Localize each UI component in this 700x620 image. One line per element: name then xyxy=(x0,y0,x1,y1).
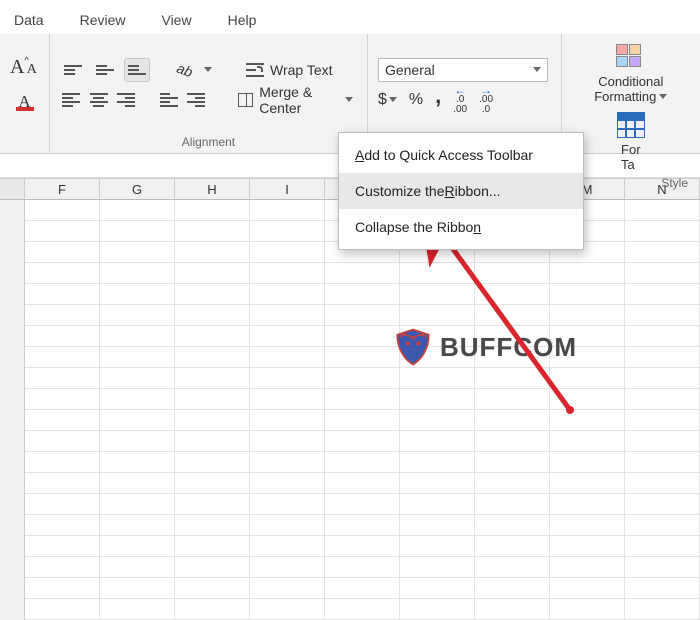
format-as-table-label-1: For xyxy=(621,142,641,157)
increase-decimal-icon: ← .0 .00 xyxy=(453,85,467,115)
conditional-formatting-label-1: Conditional xyxy=(594,74,667,89)
format-as-table-icon xyxy=(617,112,645,138)
chevron-down-icon[interactable] xyxy=(204,67,212,72)
orientation-icon: ab xyxy=(175,59,195,79)
align-top-button[interactable] xyxy=(60,58,86,82)
wrap-text-label: Wrap Text xyxy=(270,62,333,78)
group-alignment: ab Wrap Text Merge & Center xyxy=(50,34,368,153)
align-left-button[interactable] xyxy=(60,88,82,112)
group-font: A ^ A A xyxy=(0,34,50,153)
format-as-table-label-2: Ta xyxy=(621,157,641,172)
comma-format-button[interactable]: , xyxy=(435,88,441,112)
dollar-icon: $ xyxy=(378,91,387,109)
comma-icon: , xyxy=(435,83,441,109)
percent-format-button[interactable]: % xyxy=(409,88,423,112)
font-color-button[interactable]: A xyxy=(12,91,38,115)
decrease-indent-icon xyxy=(160,93,178,107)
align-left-icon xyxy=(62,93,80,107)
menu-add-to-qat[interactable]: Add to Quick Access Toolbar xyxy=(339,137,583,173)
decrease-decimal-button[interactable]: → .00 .0 xyxy=(479,88,493,112)
column-header[interactable]: G xyxy=(100,179,175,199)
number-format-selected: General xyxy=(385,62,435,78)
spreadsheet-grid[interactable] xyxy=(0,200,700,620)
letter-a-large-icon: A xyxy=(10,57,24,77)
align-middle-icon xyxy=(96,65,114,75)
merge-center-button[interactable]: Merge & Center xyxy=(234,88,357,112)
tab-view[interactable]: View xyxy=(159,8,193,34)
ribbon-context-menu: Add to Quick Access Toolbar Customize th… xyxy=(338,132,584,250)
align-right-button[interactable] xyxy=(116,88,138,112)
font-color-swatch xyxy=(16,107,34,111)
column-header[interactable]: H xyxy=(175,179,250,199)
watermark-text: BUFFCOM xyxy=(440,332,577,363)
conditional-formatting-button[interactable]: Conditional Formatting xyxy=(572,40,690,108)
wrap-text-icon xyxy=(246,61,264,79)
column-header[interactable]: F xyxy=(25,179,100,199)
group-alignment-label: Alignment xyxy=(60,135,357,153)
accounting-format-button[interactable]: $ xyxy=(378,88,397,112)
merge-center-label: Merge & Center xyxy=(259,84,339,116)
wrap-text-button[interactable]: Wrap Text xyxy=(242,58,337,82)
decrease-decimal-icon: → .00 .0 xyxy=(479,85,493,115)
number-format-select[interactable]: General xyxy=(378,58,548,82)
row-headers[interactable] xyxy=(0,200,25,620)
chevron-down-icon xyxy=(659,94,667,99)
align-bottom-icon xyxy=(128,65,146,75)
align-top-icon xyxy=(64,65,82,75)
tab-review[interactable]: Review xyxy=(78,8,128,34)
tab-data[interactable]: Data xyxy=(12,8,46,34)
align-center-icon xyxy=(90,93,108,107)
format-as-table-button[interactable]: For Ta xyxy=(572,108,690,176)
decrease-indent-button[interactable] xyxy=(158,88,180,112)
orientation-button[interactable]: ab xyxy=(172,58,198,82)
conditional-formatting-label-2: Formatting xyxy=(594,89,656,104)
percent-icon: % xyxy=(409,91,423,109)
align-right-icon xyxy=(117,93,135,107)
align-center-button[interactable] xyxy=(88,88,110,112)
letter-a-small-icon: A xyxy=(27,60,37,80)
column-header[interactable]: I xyxy=(250,179,325,199)
select-all-corner[interactable] xyxy=(0,179,25,199)
menu-collapse-ribbon[interactable]: Collapse the Ribbon xyxy=(339,209,583,245)
merge-center-icon xyxy=(238,93,253,107)
shield-icon xyxy=(392,326,434,368)
tab-help[interactable]: Help xyxy=(226,8,259,34)
group-font-label xyxy=(10,135,39,153)
watermark: BUFFCOM xyxy=(392,326,577,368)
chevron-down-icon[interactable] xyxy=(345,97,353,102)
menu-customize-ribbon[interactable]: Customize the Ribbon... xyxy=(339,173,583,209)
conditional-formatting-icon xyxy=(616,44,646,70)
increase-indent-icon xyxy=(187,93,205,107)
chevron-down-icon xyxy=(389,97,397,102)
align-middle-button[interactable] xyxy=(92,58,118,82)
chevron-down-icon xyxy=(533,67,541,72)
increase-decimal-button[interactable]: ← .0 .00 xyxy=(453,88,467,112)
increase-indent-button[interactable] xyxy=(186,88,208,112)
group-styles-label: Style xyxy=(572,176,690,194)
align-bottom-button[interactable] xyxy=(124,58,150,82)
